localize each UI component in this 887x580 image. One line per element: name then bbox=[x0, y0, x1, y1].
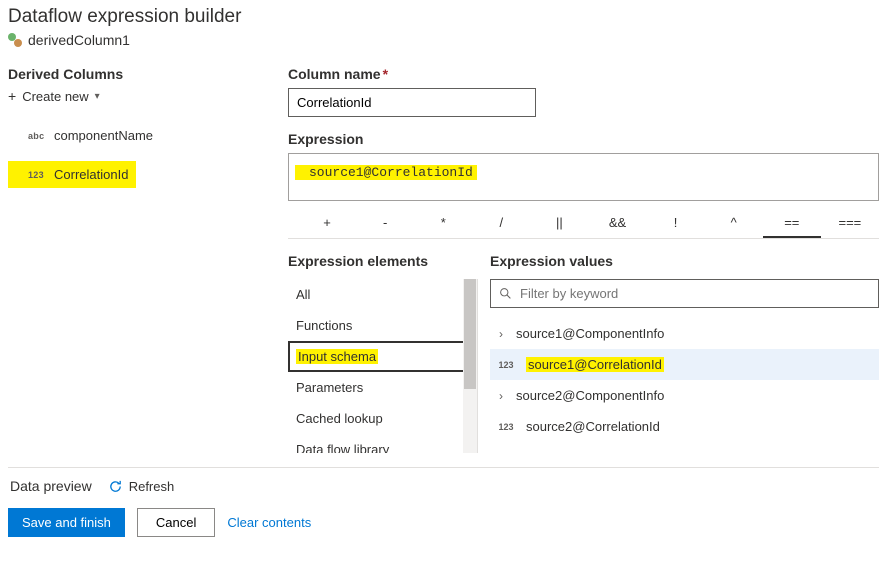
derived-column-item[interactable]: 123 CorrelationId bbox=[8, 161, 136, 188]
chevron-right-icon: › bbox=[496, 389, 506, 403]
value-label: source1@ComponentInfo bbox=[516, 326, 664, 341]
op-not[interactable]: ! bbox=[647, 215, 705, 230]
op-strict-eq[interactable]: === bbox=[821, 215, 879, 230]
op-plus[interactable]: + bbox=[298, 215, 356, 230]
expression-values-list: › source1@ComponentInfo 123 source1@Corr… bbox=[490, 318, 879, 442]
expression-text: source1@CorrelationId bbox=[295, 165, 477, 180]
expression-values-title: Expression values bbox=[490, 253, 879, 269]
expression-editor[interactable]: source1@CorrelationId bbox=[288, 153, 879, 201]
value-label: source2@ComponentInfo bbox=[516, 388, 664, 403]
value-item[interactable]: 123 source1@CorrelationId bbox=[490, 349, 879, 380]
expression-elements-title: Expression elements bbox=[288, 253, 478, 269]
derived-columns-list: abc componentName 123 CorrelationId bbox=[8, 122, 258, 200]
elements-tab-input-schema[interactable]: Input schema bbox=[288, 341, 477, 372]
elements-tab-functions[interactable]: Functions bbox=[288, 310, 477, 341]
column-name-input[interactable] bbox=[288, 88, 536, 117]
data-preview-label: Data preview bbox=[10, 478, 92, 494]
type-123-icon: 123 bbox=[496, 360, 516, 370]
elements-scrollbar[interactable] bbox=[463, 279, 477, 453]
chevron-right-icon: › bbox=[496, 327, 506, 341]
cancel-button[interactable]: Cancel bbox=[137, 508, 215, 537]
value-label: source1@CorrelationId bbox=[526, 357, 664, 372]
op-minus[interactable]: - bbox=[356, 215, 414, 230]
derived-columns-label: Derived Columns bbox=[8, 66, 258, 82]
derived-column-name: componentName bbox=[54, 128, 153, 143]
clear-contents-link[interactable]: Clear contents bbox=[227, 515, 311, 530]
plus-icon: + bbox=[8, 88, 16, 104]
dataflow-node-icon bbox=[8, 33, 22, 47]
type-123-icon: 123 bbox=[496, 422, 516, 432]
save-button[interactable]: Save and finish bbox=[8, 508, 125, 537]
create-new-label: Create new bbox=[22, 89, 88, 104]
value-item[interactable]: › source2@ComponentInfo bbox=[490, 380, 879, 411]
filter-keyword-input[interactable] bbox=[518, 285, 870, 302]
expression-label: Expression bbox=[288, 131, 879, 147]
elements-tab-all[interactable]: All bbox=[288, 279, 477, 310]
search-icon bbox=[499, 287, 512, 300]
page-title: Dataflow expression builder bbox=[8, 6, 879, 28]
derived-column-item[interactable]: abc componentName bbox=[8, 122, 258, 149]
create-new-button[interactable]: + Create new ▾ bbox=[8, 88, 258, 104]
op-eq[interactable]: == bbox=[763, 215, 821, 238]
elements-tab-dataflow-library[interactable]: Data flow library bbox=[288, 434, 477, 453]
chevron-down-icon: ▾ bbox=[95, 91, 100, 102]
op-or[interactable]: || bbox=[530, 215, 588, 230]
type-abc-icon: abc bbox=[28, 131, 46, 141]
elements-tab-cached-lookup[interactable]: Cached lookup bbox=[288, 403, 477, 434]
value-item[interactable]: 123 source2@CorrelationId bbox=[490, 411, 879, 442]
elements-scrollbar-thumb[interactable] bbox=[464, 279, 476, 389]
node-name: derivedColumn1 bbox=[28, 32, 130, 48]
column-name-label: Column name* bbox=[288, 66, 879, 82]
refresh-label: Refresh bbox=[129, 479, 175, 494]
refresh-icon bbox=[108, 479, 123, 494]
filter-keyword-field[interactable] bbox=[490, 279, 879, 308]
type-123-icon: 123 bbox=[28, 170, 46, 180]
expression-elements-list: All Functions Input schema Parameters Ca… bbox=[288, 279, 478, 453]
node-subtitle: derivedColumn1 bbox=[8, 32, 879, 48]
value-label: source2@CorrelationId bbox=[526, 419, 660, 434]
required-asterisk: * bbox=[383, 66, 388, 82]
derived-column-name: CorrelationId bbox=[54, 167, 128, 182]
op-and[interactable]: && bbox=[588, 215, 646, 230]
operator-toolbar: + - * / || && ! ^ == === bbox=[288, 207, 879, 239]
op-div[interactable]: / bbox=[472, 215, 530, 230]
elements-tab-parameters[interactable]: Parameters bbox=[288, 372, 477, 403]
value-item[interactable]: › source1@ComponentInfo bbox=[490, 318, 879, 349]
refresh-button[interactable]: Refresh bbox=[108, 479, 175, 494]
op-mult[interactable]: * bbox=[414, 215, 472, 230]
op-xor[interactable]: ^ bbox=[705, 215, 763, 230]
